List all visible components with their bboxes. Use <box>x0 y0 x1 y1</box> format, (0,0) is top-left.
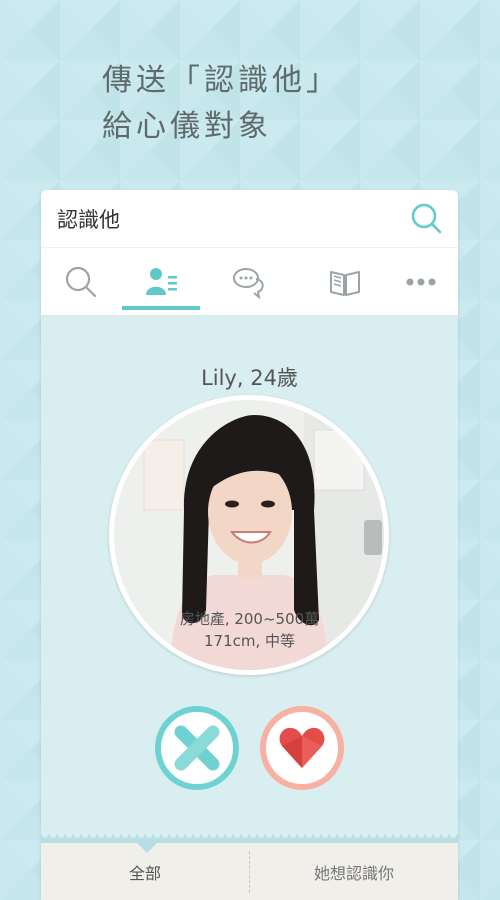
bottom-tab-bar: 全部 她想認識你 <box>41 843 458 900</box>
tab-she-wants-to-meet-you[interactable]: 她想認識你 <box>250 843 458 900</box>
profile-occupation-income: 房地產, 200~500萬 <box>179 610 320 628</box>
search-icon <box>65 266 97 297</box>
profile-caption: 房地產, 200~500萬 171cm, 中等 <box>41 608 458 652</box>
promo-line-2: 給心儀對象 <box>102 109 272 144</box>
app-bar: 認識他 <box>41 190 458 248</box>
chat-icon <box>233 267 264 299</box>
bottom-divider-scallop <box>41 835 458 843</box>
active-tab-indicator <box>122 306 200 310</box>
tab-book[interactable] <box>305 248 385 315</box>
pass-button[interactable] <box>155 706 239 790</box>
tab-more[interactable] <box>381 248 458 315</box>
profile-list-icon <box>146 267 177 295</box>
app-card: 認識他 Lily, 24歲 房地產, 200~500萬 171cm, 中等 全部… <box>41 190 458 900</box>
more-icon <box>406 278 436 285</box>
main-tab-bar <box>41 248 458 316</box>
app-title: 認識他 <box>57 208 120 232</box>
tab-search[interactable] <box>41 248 121 315</box>
heart-icon <box>279 727 325 768</box>
promo-text: 傳送「認識他」 給心儀對象 <box>102 58 340 150</box>
tab-all[interactable]: 全部 <box>41 843 249 900</box>
tab-chat[interactable] <box>209 248 289 315</box>
like-button[interactable] <box>260 706 344 790</box>
profile-name: Lily, 24歲 <box>201 366 298 390</box>
tab-profiles[interactable] <box>122 248 202 315</box>
close-icon <box>174 725 220 771</box>
search-icon <box>411 203 442 234</box>
profile-height-build: 171cm, 中等 <box>203 632 296 650</box>
promo-line-1: 傳送「認識他」 <box>102 63 340 98</box>
book-icon <box>330 270 360 296</box>
search-button[interactable] <box>408 200 444 236</box>
